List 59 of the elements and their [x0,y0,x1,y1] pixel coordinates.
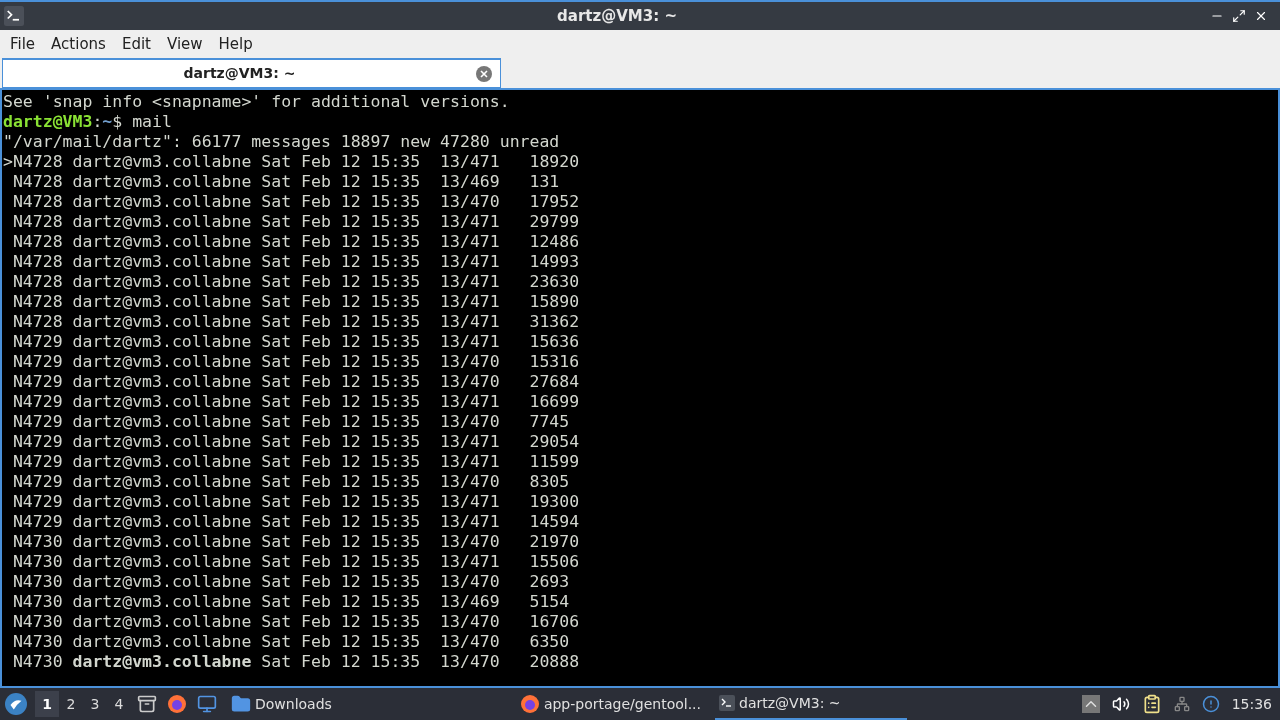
terminal-line: N4730 dartz@vm3.collabne Sat Feb 12 15:35 13/470 20888 [11,652,580,672]
terminal-icon [4,6,24,26]
folder-icon [231,694,251,714]
browser-icon[interactable] [167,694,187,714]
menu-item[interactable]: View [158,32,211,56]
menu-item[interactable]: Actions [43,32,114,56]
taskbar-task[interactable]: app-portage/gentool... [515,688,706,720]
terminal-icon [719,695,736,711]
terminal-line: N4728 dartz@vm3.collabne Sat Feb 12 15:35 13/471 15890 [11,292,580,312]
terminal-line: N4728 dartz@vm3.collabne Sat Feb 12 15:35 13/471 12486 [11,232,580,252]
terminal-line: >N4728 dartz@vm3.collabne Sat Feb 12 15:35 13/471 18920 [3,152,580,172]
terminal-line: N4729 dartz@vm3.collabne Sat Feb 12 15:35 13/471 16699 [11,392,580,412]
terminal-line: N4728 dartz@vm3.collabne Sat Feb 12 15:35 13/471 14993 [11,252,580,272]
terminal-line: N4729 dartz@vm3.collabne Sat Feb 12 15:35 13/471 14594 [11,512,580,532]
terminal-line: N4728 dartz@vm3.collabne Sat Feb 12 15:35 13/471 29799 [11,212,580,232]
terminal-line: N4730 dartz@vm3.collabne Sat Feb 12 15:35 13/470 16706 [11,612,580,632]
menu-item[interactable]: Help [210,32,261,56]
workspace-button[interactable]: 4 [107,691,131,717]
terminal-line: N4730 dartz@vm3.collabne Sat Feb 12 15:35 13/470 2693 [11,572,570,592]
maximize-icon[interactable] [1232,9,1246,23]
terminal-line: N4728 dartz@vm3.collabne Sat Feb 12 15:35 13/470 17952 [11,192,580,212]
terminal-line: N4729 dartz@vm3.collabne Sat Feb 12 15:35 13/470 27684 [11,372,580,392]
workspace-button[interactable]: 2 [59,691,83,717]
terminal-line: N4728 dartz@vm3.collabne Sat Feb 12 15:35 13/471 31362 [11,312,580,332]
terminal-line: N4730 dartz@vm3.collabne Sat Feb 12 15:35 13/470 21970 [11,532,580,552]
terminal-line: N4729 dartz@vm3.collabne Sat Feb 12 15:35 13/471 15636 [11,332,580,352]
terminal-line: "/var/mail/dartz": 66177 messages 18897 new 47280 unread [3,132,560,152]
close-tab-icon[interactable] [476,65,492,82]
close-icon[interactable] [1254,9,1268,23]
terminal-line: N4730 dartz@vm3.collabne Sat Feb 12 15:35 13/471 15506 [11,552,580,572]
window-title: dartz@VM3: ~ [556,5,678,27]
terminal-tab[interactable]: dartz@VM3: ~ [2,58,501,88]
terminal-line: N4729 dartz@vm3.collabne Sat Feb 12 15:35 13/470 15316 [11,352,580,372]
volume-icon[interactable] [1111,695,1130,713]
network-icon[interactable] [1173,696,1190,712]
app-menu-icon[interactable] [5,693,27,715]
terminal-line: N4729 dartz@vm3.collabne Sat Feb 12 15:35 13/471 11599 [11,452,580,472]
terminal-line: N4730 dartz@vm3.collabne Sat Feb 12 15:35 13/469 5154 [11,592,570,612]
terminal-line: N4728 dartz@vm3.collabne Sat Feb 12 15:35 13/471 23630 [11,272,580,292]
file-cabinet-icon[interactable] [137,694,157,714]
terminal-line: N4729 dartz@vm3.collabne Sat Feb 12 15:35 13/470 7745 [11,412,570,432]
taskbar-task[interactable]: dartz@VM3: ~ [715,688,908,720]
terminal-line: N4729 dartz@vm3.collabne Sat Feb 12 15:35 13/471 29054 [11,432,580,452]
workspace-button[interactable]: 3 [83,691,107,717]
terminal-line: N4728 dartz@vm3.collabne Sat Feb 12 15:35 13/469 131 [11,172,560,192]
terminal-line: See 'snap info <snapname>' for additional versions. [3,92,510,112]
notification-icon[interactable] [1201,695,1220,713]
terminal-line: N4730 dartz@vm3.collabne Sat Feb 12 15:35 13/470 6350 [11,632,570,652]
desktop-icon[interactable] [197,694,217,714]
terminal-prompt: dartz@VM3:~$ mail [3,112,172,132]
terminal-line: N4729 dartz@vm3.collabne Sat Feb 12 15:35 13/471 19300 [11,492,580,512]
workspace-button[interactable]: 1 [35,691,59,717]
terminal-line: N4729 dartz@vm3.collabne Sat Feb 12 15:35 13/470 8305 [11,472,570,492]
taskbar-task[interactable]: Downloads [227,688,336,720]
clock[interactable]: 15:36 [1231,693,1272,715]
browser-icon[interactable] [519,694,540,714]
tray-expand-icon[interactable] [1081,695,1100,713]
menu-item[interactable]: File [2,32,44,56]
menu-item[interactable]: Edit [113,32,159,56]
